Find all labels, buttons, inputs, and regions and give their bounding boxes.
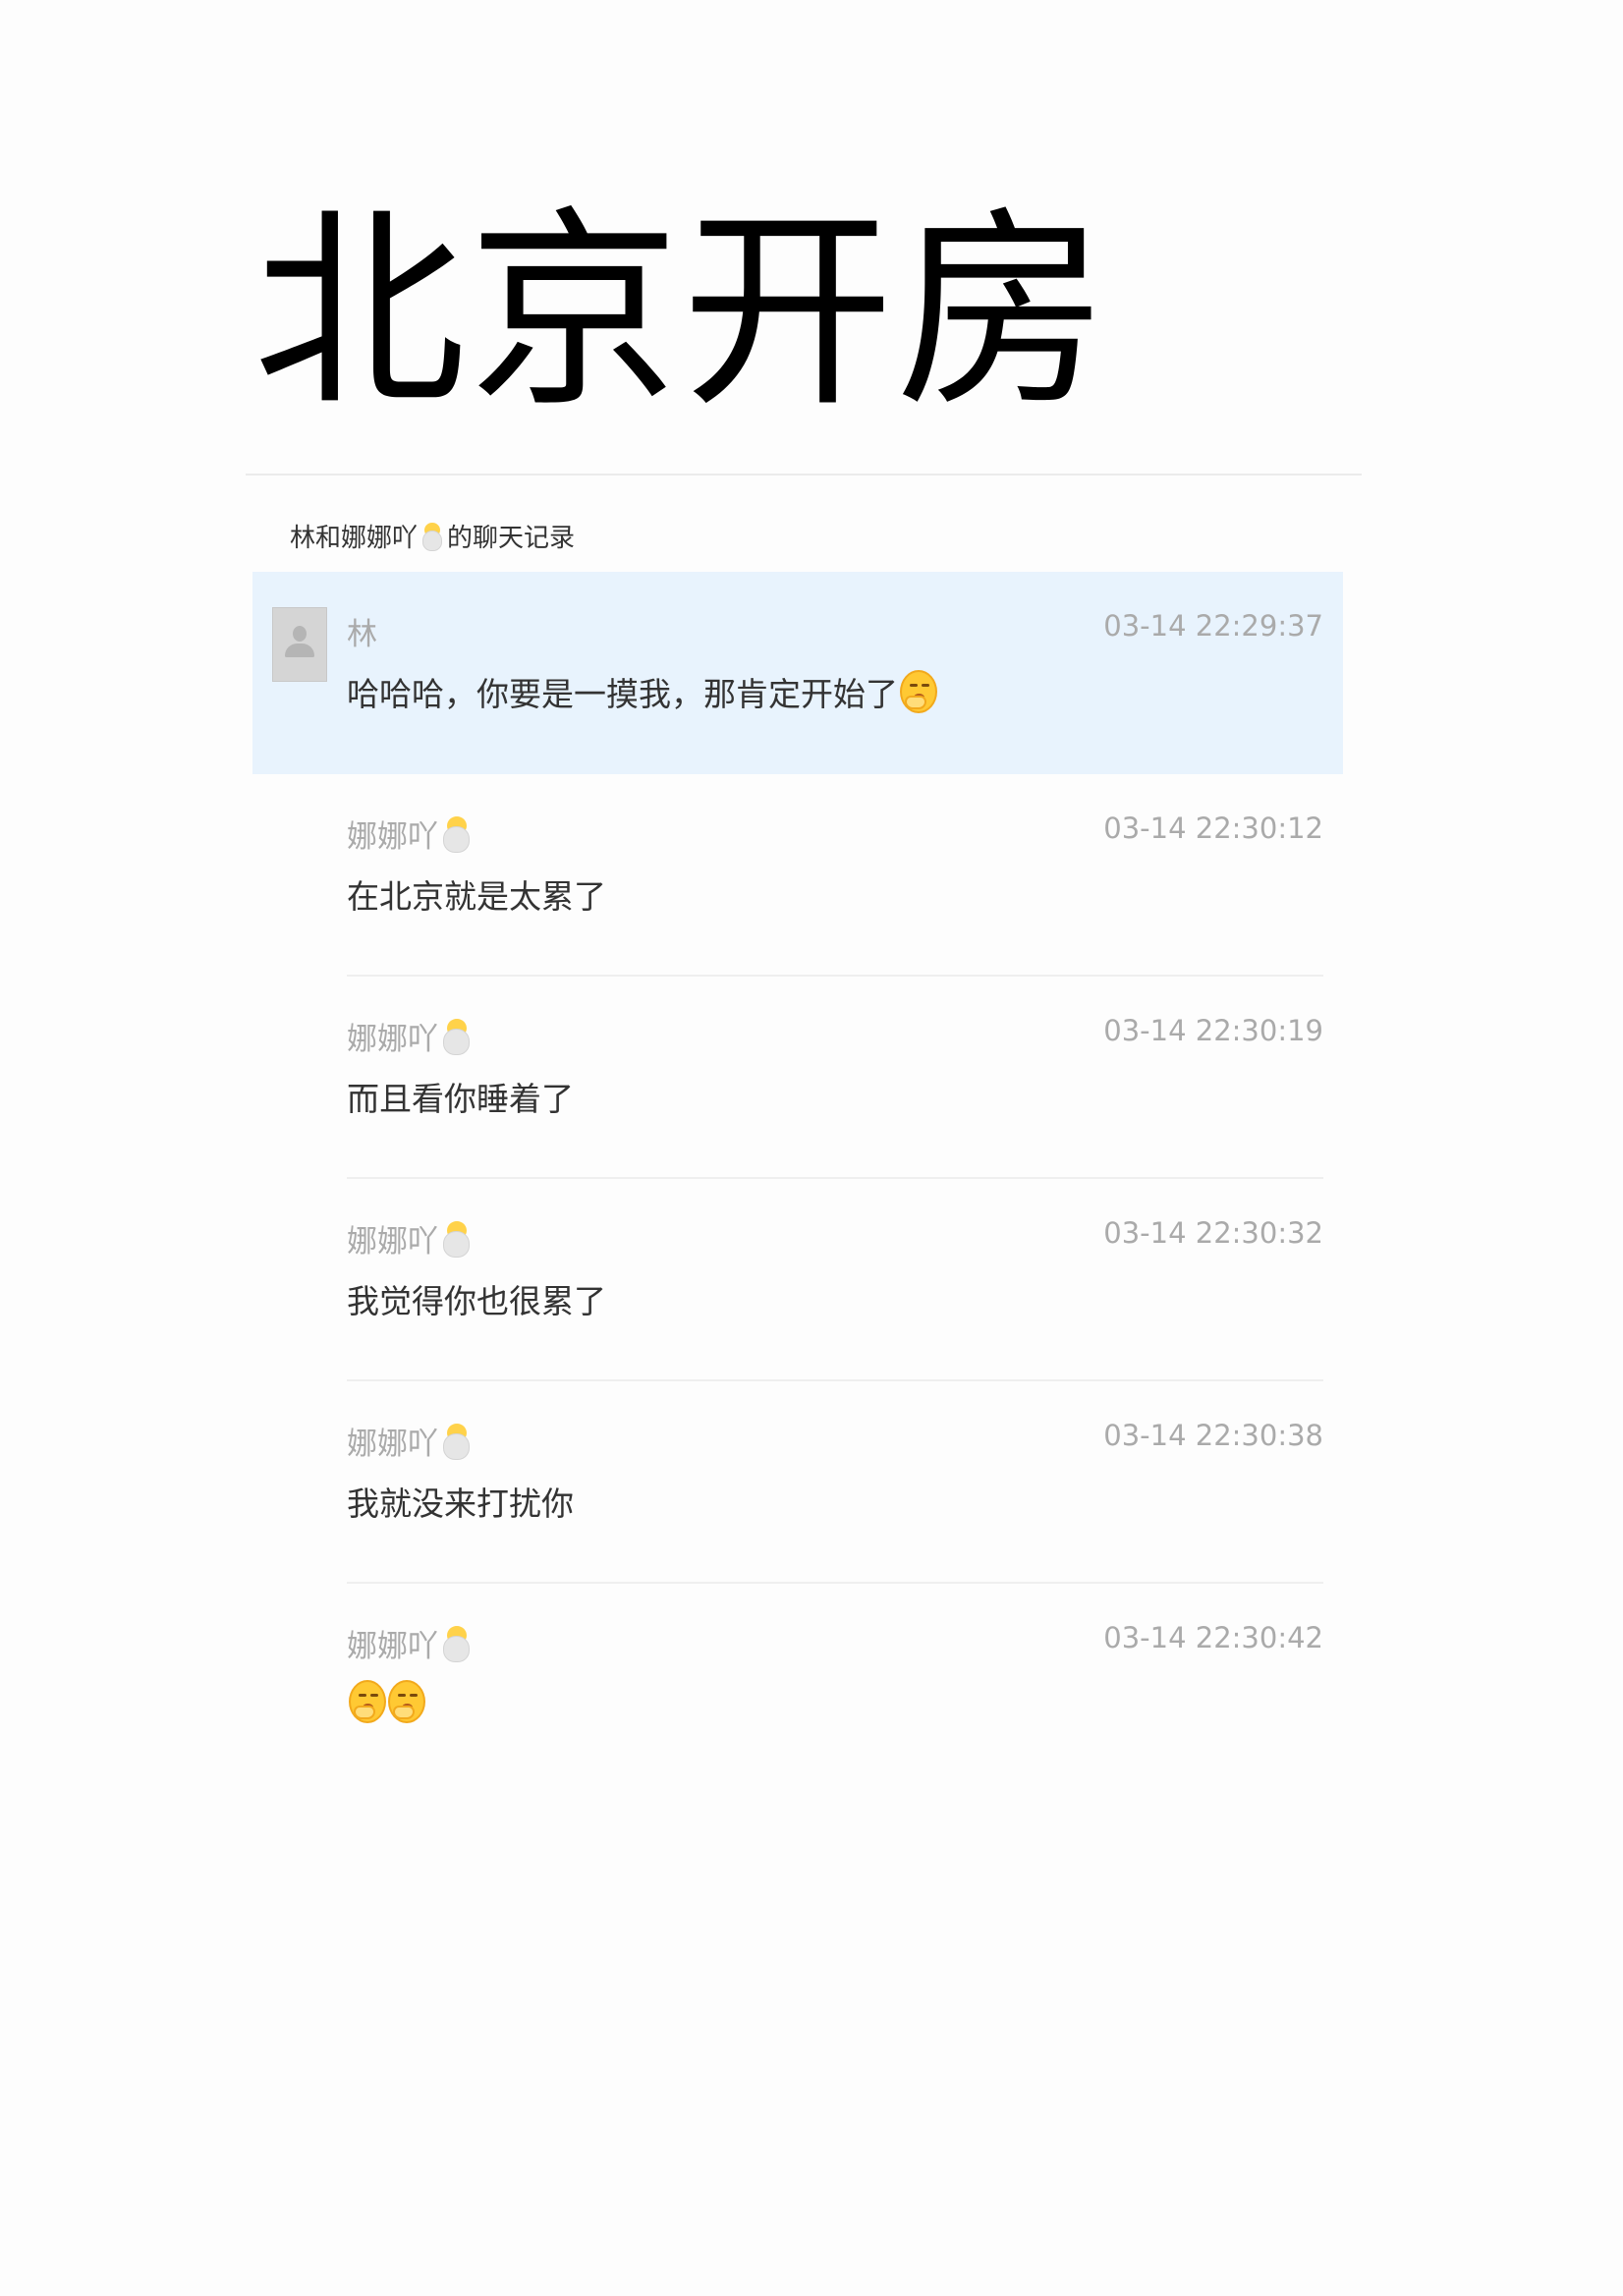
message-timestamp: 03-14 22:30:42 [1103,1621,1323,1654]
message-sender: 娜娜吖 [347,1419,476,1463]
message-text-content: 我觉得你也很累了 [347,1282,606,1320]
chick-in-egg-icon [442,1018,472,1055]
hand-over-mouth-emoji-icon [349,1680,386,1723]
message-sender: 娜娜吖 [347,1014,476,1058]
message-text-content: 哈哈哈，你要是一摸我，那肯定开始了 [347,675,898,713]
message-text-content: 我就没来打扰你 [347,1484,574,1523]
chick-in-egg-icon [421,522,443,551]
message-text [347,1680,425,1723]
chat-message[interactable]: 娜娜吖 03-14 22:30:12 在北京就是太累了 [252,774,1343,977]
sender-name: 娜娜吖 [347,1022,438,1057]
hand-over-mouth-emoji-icon [388,1680,425,1723]
chat-message-list: 林 03-14 22:29:37 哈哈哈，你要是一摸我，那肯定开始了 娜娜吖 0… [252,572,1343,1786]
title-divider [246,474,1362,476]
default-avatar-icon[interactable] [272,607,327,682]
message-sender: 林 [347,609,377,653]
message-text: 我觉得你也很累了 [347,1275,606,1322]
message-text: 在北京就是太累了 [347,870,606,918]
chick-in-egg-icon [442,1625,472,1662]
message-sender: 娜娜吖 [347,1216,476,1260]
message-text-content: 而且看你睡着了 [347,1080,574,1118]
chat-message[interactable]: 娜娜吖 03-14 22:30:42 [252,1584,1343,1786]
sender-name: 娜娜吖 [347,1427,438,1462]
message-text: 哈哈哈，你要是一摸我，那肯定开始了 [347,668,937,715]
chick-in-egg-icon [442,815,472,853]
message-timestamp: 03-14 22:30:19 [1103,1014,1323,1047]
chat-history-label: 的聊天记录 [447,524,576,553]
sender-name: 娜娜吖 [347,1224,438,1260]
chat-history-participants: 林和娜娜吖 [290,524,419,553]
sender-name: 娜娜吖 [347,819,438,855]
message-timestamp: 03-14 22:30:38 [1103,1419,1323,1452]
message-text: 而且看你睡着了 [347,1073,574,1120]
message-timestamp: 03-14 22:30:12 [1103,812,1323,845]
page: 北京开房 林和娜娜吖 的聊天记录 林 03-14 22:29:37 哈哈哈，你要… [0,0,1623,2296]
message-timestamp: 03-14 22:29:37 [1103,609,1323,643]
sender-name: 娜娜吖 [347,1629,438,1664]
sender-name: 林 [347,617,377,652]
chick-in-egg-icon [442,1220,472,1258]
chat-message[interactable]: 林 03-14 22:29:37 哈哈哈，你要是一摸我，那肯定开始了 [252,572,1343,774]
message-text: 我就没来打扰你 [347,1478,574,1525]
message-text-content: 在北京就是太累了 [347,877,606,916]
message-sender: 娜娜吖 [347,1621,476,1665]
chat-message[interactable]: 娜娜吖 03-14 22:30:19 而且看你睡着了 [252,977,1343,1179]
message-sender: 娜娜吖 [347,812,476,856]
chat-message[interactable]: 娜娜吖 03-14 22:30:38 我就没来打扰你 [252,1381,1343,1584]
hand-over-mouth-emoji-icon [900,670,937,713]
chat-message[interactable]: 娜娜吖 03-14 22:30:32 我觉得你也很累了 [252,1179,1343,1381]
chat-history-header: 林和娜娜吖 的聊天记录 [290,518,575,554]
page-title: 北京开房 [253,189,1111,435]
message-timestamp: 03-14 22:30:32 [1103,1216,1323,1250]
chick-in-egg-icon [442,1423,472,1460]
